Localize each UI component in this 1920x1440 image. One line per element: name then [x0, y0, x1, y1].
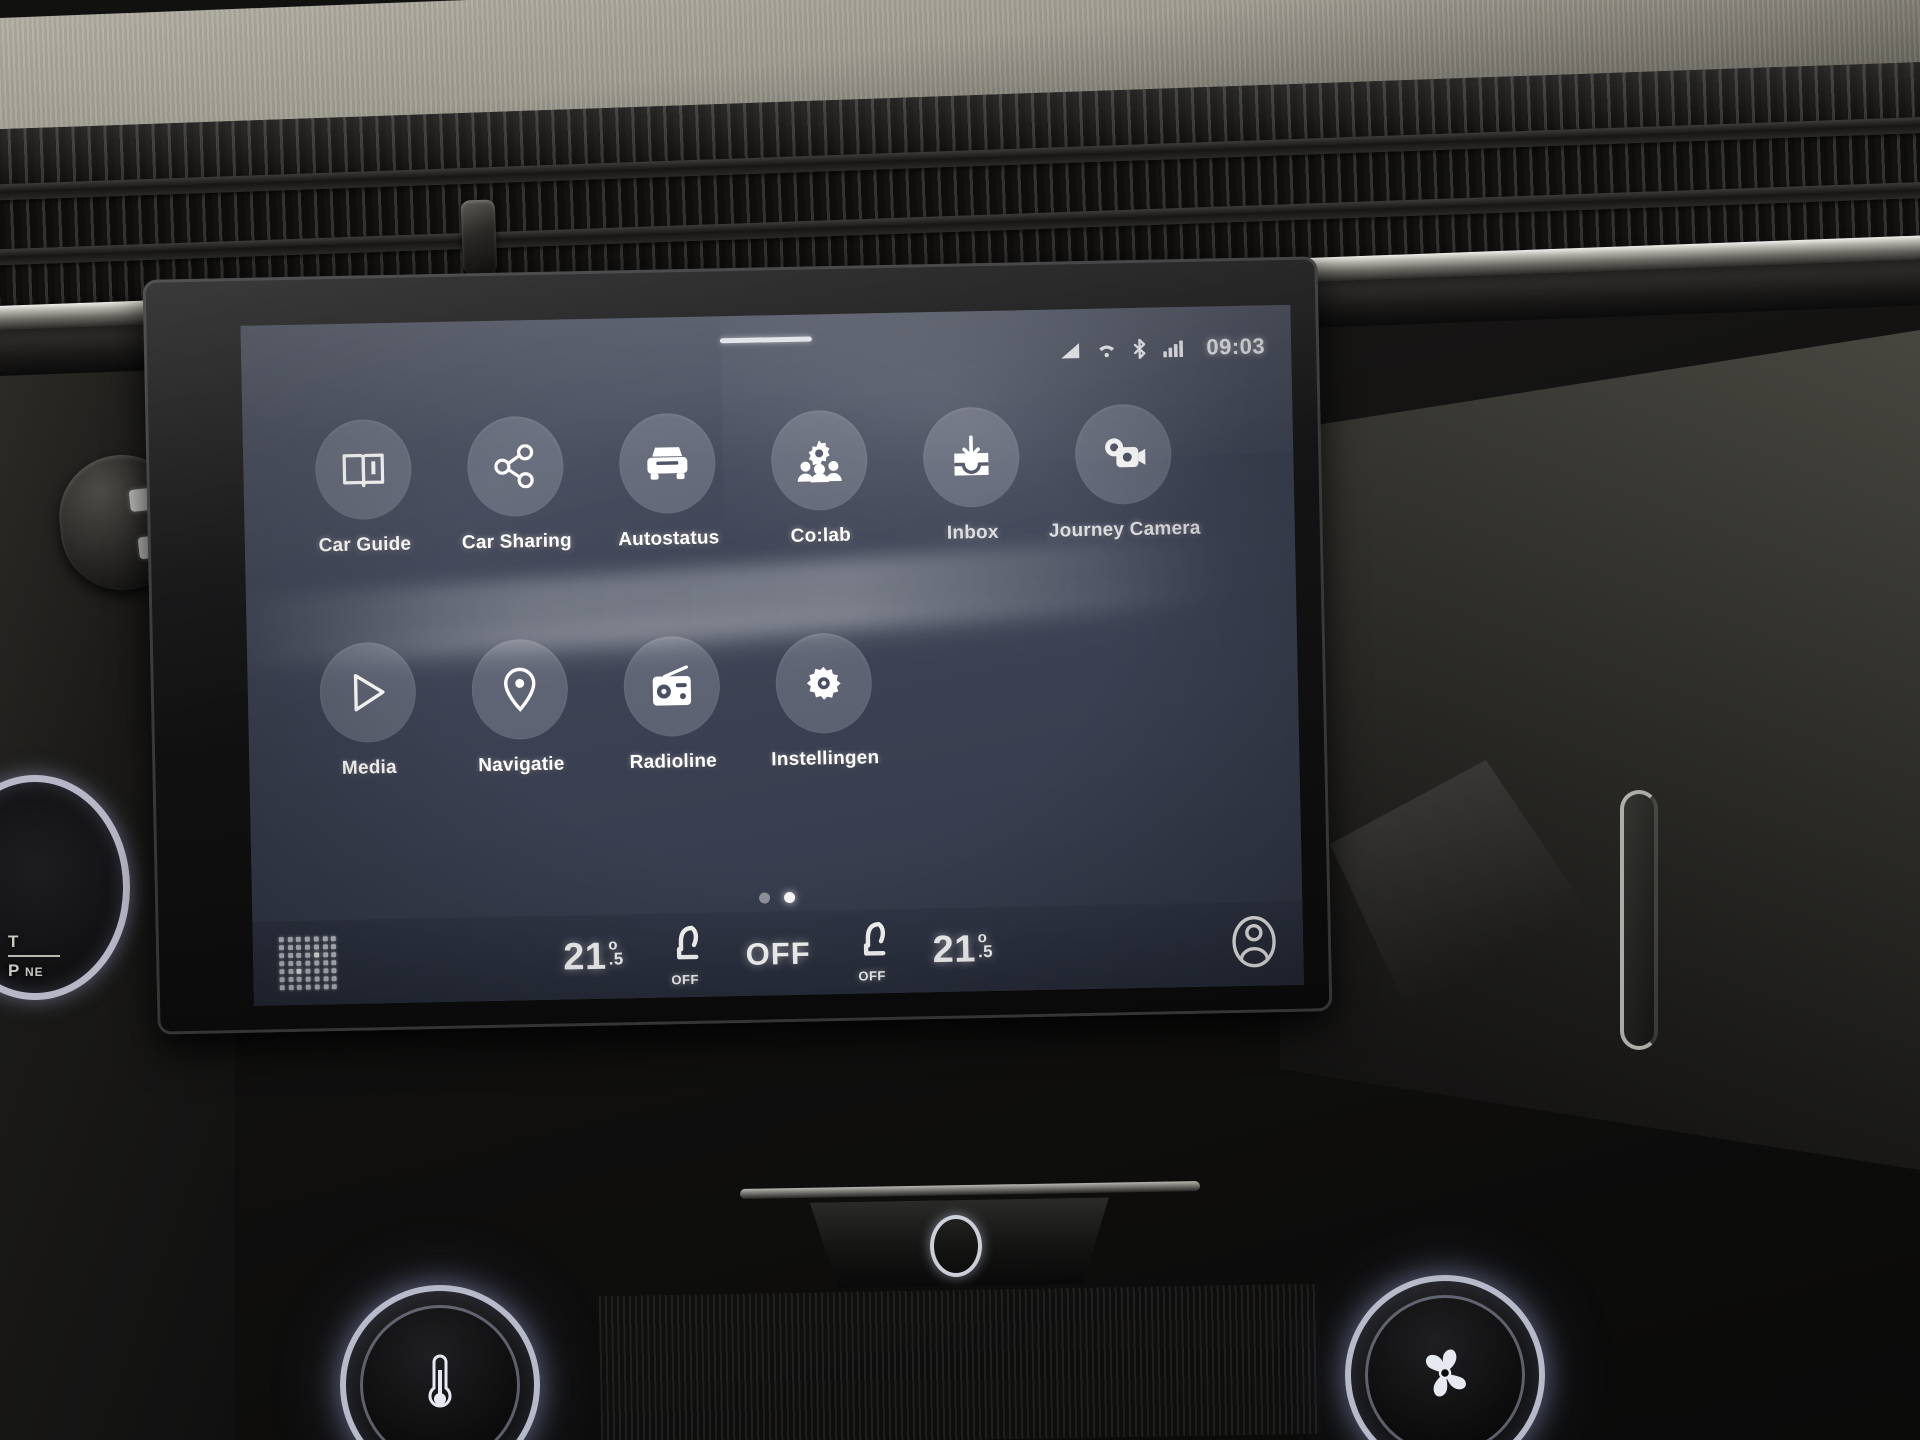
climate-center: 21 o .5 OFF OFF OFF 21 o .5 [429, 916, 1128, 992]
status-bar-clock: 09:03 [1206, 333, 1266, 360]
seat-heater-icon [667, 924, 702, 970]
signal-icon [1060, 342, 1080, 359]
temperature-knob-face [360, 1305, 520, 1440]
app-bubble [314, 418, 413, 521]
app-media[interactable]: Media [291, 641, 446, 781]
app-bubble [618, 412, 717, 515]
app-label: Car Guide [318, 533, 412, 557]
app-label: Car Sharing [461, 530, 573, 554]
app-car-guide[interactable]: Car Guide [286, 418, 441, 558]
wifi-icon [1097, 342, 1116, 357]
infotainment-bezel: 09:03 Car Guide Car Sharing Autostatus C… [142, 256, 1333, 1035]
vent-direction-toggle[interactable] [460, 199, 498, 275]
app-radioline[interactable]: Radioline [595, 635, 750, 775]
infotainment-screen[interactable]: 09:03 Car Guide Car Sharing Autostatus C… [240, 304, 1304, 1006]
app-label: Radioline [629, 750, 718, 774]
driver-temp-frac: .5 [608, 949, 624, 969]
driver-temp-whole: 21 [562, 935, 607, 979]
start-stop-rule [8, 955, 60, 957]
share-icon [494, 444, 537, 489]
app-label: Instellingen [771, 747, 880, 771]
thermometer-icon [423, 1350, 457, 1421]
app-row-1: Car Guide Car Sharing Autostatus Co:lab … [242, 401, 1295, 559]
bluetooth-icon [1133, 338, 1146, 359]
home-hardkey[interactable] [930, 1215, 982, 1277]
page-dot-2[interactable] [783, 891, 796, 904]
app-bubble [622, 635, 721, 738]
passenger-temperature[interactable]: 21 o .5 [932, 928, 993, 972]
start-stop-line2: P [8, 961, 20, 980]
app-inbox[interactable]: Inbox [894, 406, 1049, 546]
app-slot-empty [1051, 626, 1206, 766]
passenger-temp-whole: 21 [932, 928, 977, 972]
page-dot-1[interactable] [758, 892, 771, 904]
climate-right [1127, 915, 1278, 975]
app-instellingen[interactable]: Instellingen [747, 632, 902, 772]
inbox-download-icon [950, 435, 993, 480]
app-bubble [318, 641, 417, 744]
play-icon [346, 670, 389, 715]
app-bubble [922, 406, 1021, 509]
app-bubble [1074, 403, 1173, 506]
screenshot-root: T P NE 09:03 Car Guide Car Sharing Autos… [0, 0, 1920, 1440]
driver-temperature[interactable]: 21 o .5 [563, 935, 624, 979]
app-bubble [770, 409, 869, 512]
dashboard-right-facet [1330, 760, 1590, 1040]
app-label: Autostatus [618, 527, 720, 551]
app-car-sharing[interactable]: Car Sharing [438, 415, 593, 555]
console-texture [598, 1283, 1322, 1440]
drag-handle-pill[interactable] [719, 336, 812, 344]
app-bubble [466, 415, 565, 518]
app-label: Navigatie [478, 753, 565, 777]
app-autostatus[interactable]: Autostatus [590, 412, 745, 552]
car-front-icon [643, 444, 692, 483]
status-bar: 09:03 [1060, 333, 1265, 363]
driver-temp-frac-group: o .5 [608, 936, 624, 969]
user-profile-icon[interactable] [1231, 915, 1278, 973]
people-gear-icon [796, 438, 843, 483]
start-stop-label: T P NE [8, 930, 118, 984]
app-bubble [774, 632, 873, 735]
dashboard-right-panel [1280, 330, 1920, 1170]
app-slot-empty [899, 629, 1054, 769]
cellular-icon [1163, 339, 1184, 357]
side-vent-trim [1620, 790, 1658, 1050]
fan-speed-knob-face [1365, 1295, 1525, 1440]
app-grid: Car Guide Car Sharing Autostatus Co:lab … [242, 401, 1299, 782]
app-label: Media [341, 756, 398, 779]
passenger-seat-state: OFF [858, 967, 887, 984]
radio-icon [648, 665, 695, 708]
app-journey-camera[interactable]: Journey Camera [1046, 403, 1201, 543]
page-indicator [758, 891, 796, 904]
app-label: Journey Camera [1048, 517, 1201, 542]
seat-heater-icon [854, 921, 889, 967]
app-navigatie[interactable]: Navigatie [443, 638, 598, 778]
passenger-temp-frac: .5 [977, 941, 994, 962]
start-stop-line1: T [8, 932, 19, 951]
camera-icon [1100, 435, 1147, 474]
passenger-seat-heater[interactable]: OFF [854, 921, 889, 984]
passenger-temp-frac-group: o .5 [977, 929, 994, 962]
apps-grid-icon[interactable] [278, 936, 338, 991]
climate-left [278, 934, 430, 991]
driver-seat-heater[interactable]: OFF [667, 924, 702, 987]
app-label: Co:lab [790, 524, 852, 547]
location-pin-icon [500, 666, 539, 713]
fan-icon [1416, 1344, 1474, 1407]
app-row-2: Media Navigatie Radioline Instellingen [247, 624, 1300, 782]
start-stop-line3: NE [24, 965, 44, 979]
app-colab[interactable]: Co:lab [742, 409, 897, 549]
app-label: Inbox [946, 521, 999, 544]
gear-icon [802, 662, 845, 705]
driver-seat-state: OFF [671, 971, 700, 987]
climate-bar: 21 o .5 OFF OFF OFF 21 o .5 [252, 900, 1304, 1006]
fan-state[interactable]: OFF [745, 935, 811, 972]
app-bubble [470, 638, 569, 741]
book-icon [341, 449, 386, 490]
